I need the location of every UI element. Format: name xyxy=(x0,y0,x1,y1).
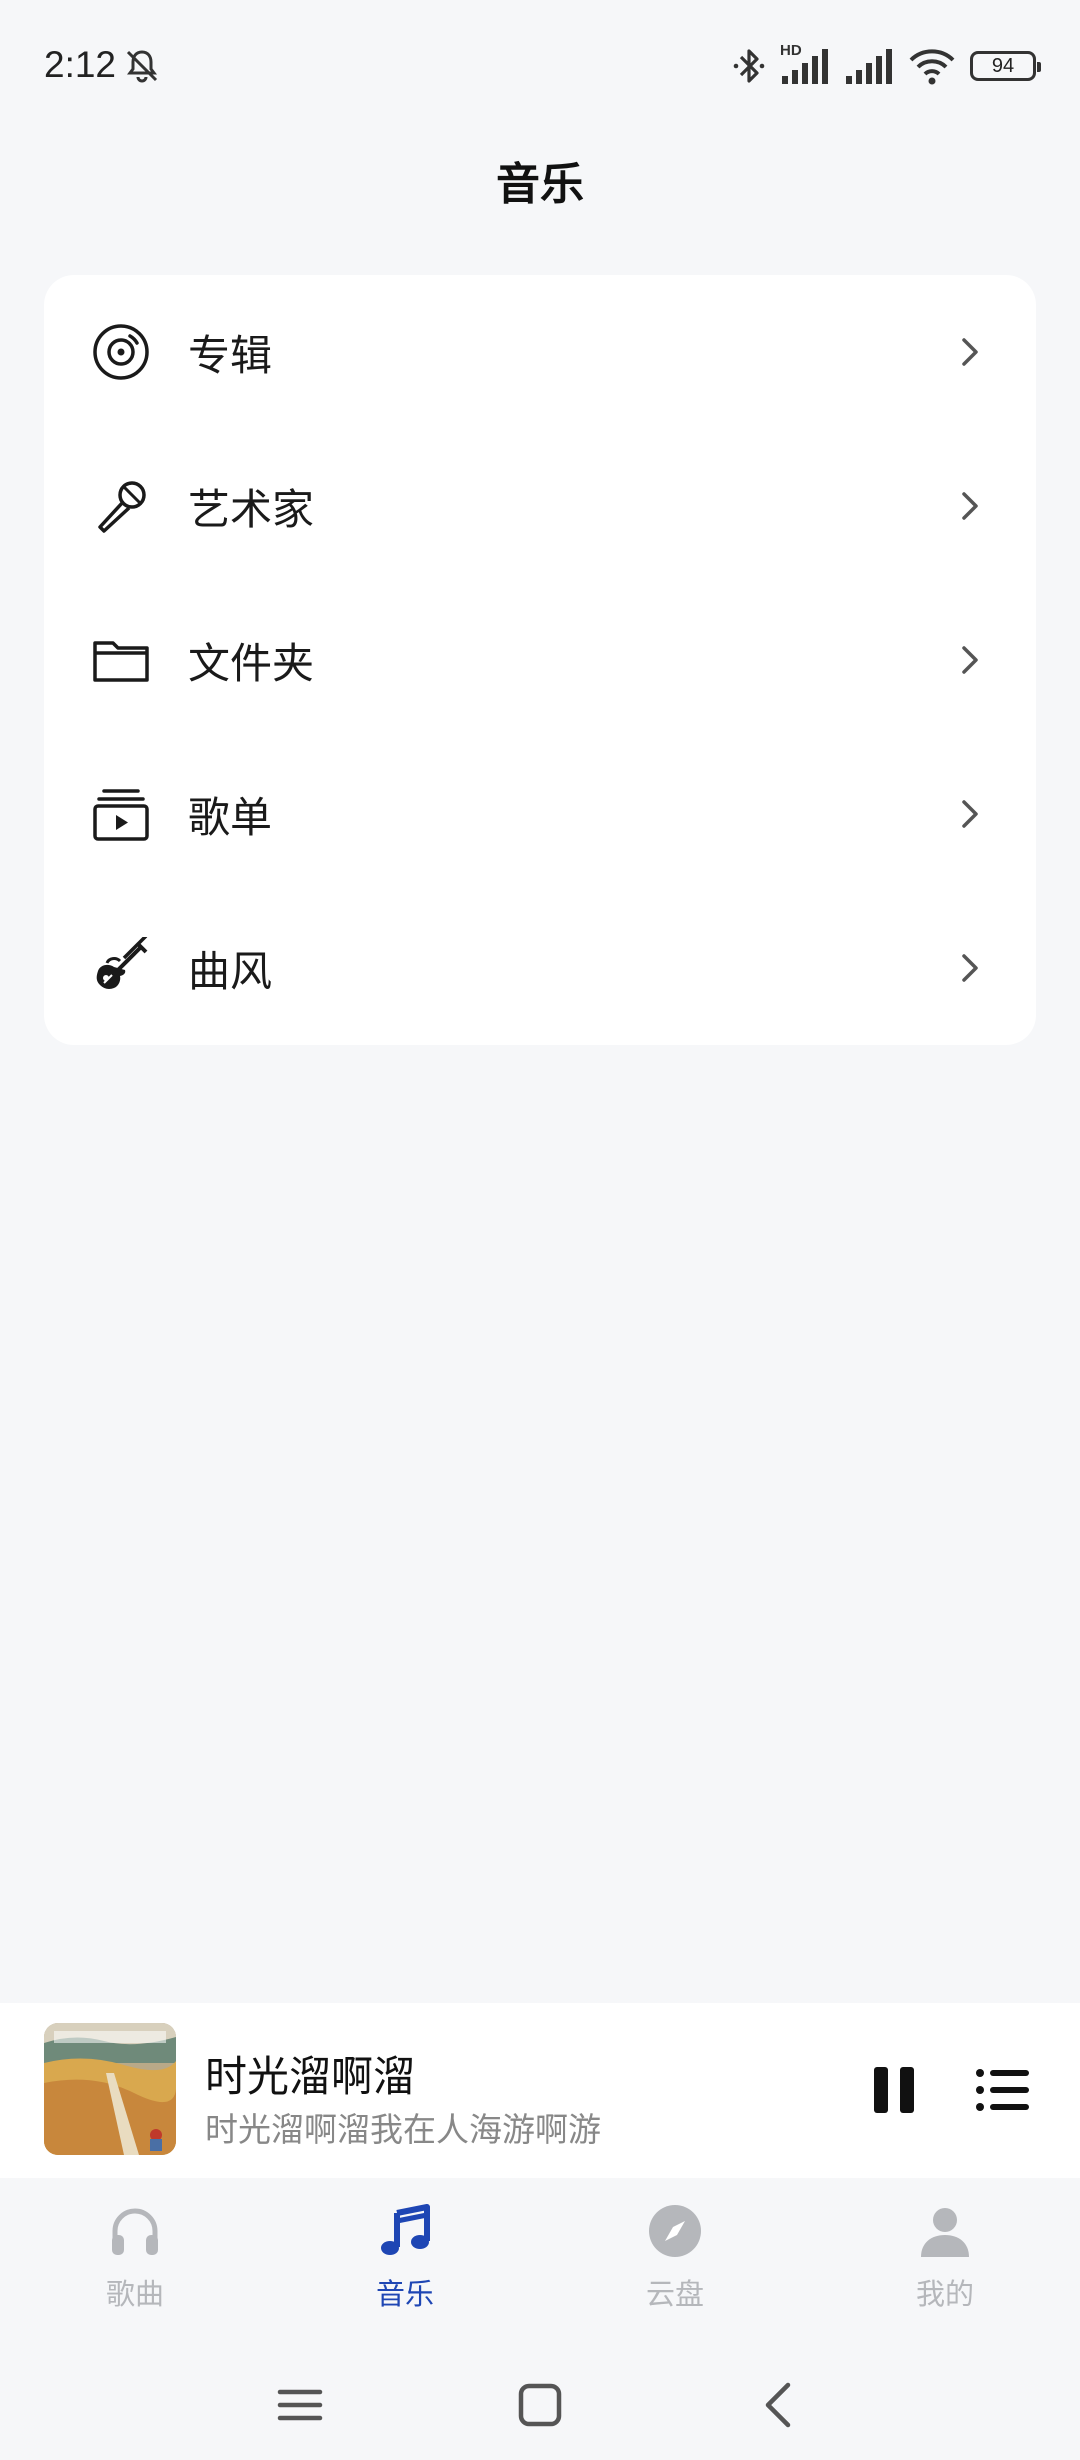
bell-muted-icon xyxy=(126,50,158,83)
chevron-right-icon xyxy=(962,338,978,366)
chevron-right-icon xyxy=(962,646,978,674)
menu-card: 专辑 艺术家 文件夹 歌单 曲风 xyxy=(44,275,1036,1045)
wifi-icon xyxy=(909,49,955,85)
album-art[interactable] xyxy=(44,2023,176,2155)
pause-button[interactable] xyxy=(870,2063,918,2117)
system-nav-bar xyxy=(0,2340,1080,2460)
nav-label: 我的 xyxy=(915,2277,974,2311)
menu-item-label: 文件夹 xyxy=(188,638,315,688)
nav-label: 云盘 xyxy=(645,2277,704,2311)
nav-label: 歌曲 xyxy=(105,2277,164,2311)
menu-item-folders[interactable]: 文件夹 xyxy=(44,583,1036,737)
headphones-icon xyxy=(112,2208,158,2255)
bottom-nav: 歌曲 音乐 云盘 我的 xyxy=(0,2178,1080,2328)
track-title: 时光溜啊溜 xyxy=(205,2052,416,2101)
tab-songs[interactable]: 歌曲 xyxy=(35,2203,235,2313)
bluetooth-icon xyxy=(733,49,765,83)
menu-icon[interactable] xyxy=(270,2375,330,2435)
user-icon xyxy=(921,2208,969,2257)
chevron-right-icon xyxy=(962,492,978,520)
compass-icon xyxy=(649,2205,701,2257)
folder-icon xyxy=(90,629,152,691)
menu-item-playlists[interactable]: 歌单 xyxy=(44,737,1036,891)
menu-item-label: 歌单 xyxy=(188,792,273,842)
status-bar: 2:12 HD 94 xyxy=(0,0,1080,135)
music-note-icon xyxy=(381,2204,430,2255)
tab-cloud[interactable]: 云盘 xyxy=(575,2203,775,2313)
tab-profile[interactable]: 我的 xyxy=(845,2203,1045,2313)
cell-signal-icon xyxy=(846,49,892,84)
battery-level: 94 xyxy=(991,54,1015,77)
back-icon[interactable] xyxy=(750,2375,810,2435)
menu-item-albums[interactable]: 专辑 xyxy=(44,275,1036,429)
menu-item-label: 艺术家 xyxy=(188,484,315,534)
playlist-queue-button[interactable] xyxy=(975,2067,1031,2113)
chevron-right-icon xyxy=(962,800,978,828)
nav-label: 音乐 xyxy=(375,2277,434,2311)
disc-icon xyxy=(90,321,152,383)
playlist-icon xyxy=(90,783,152,845)
guitar-icon xyxy=(90,937,152,999)
tab-music[interactable]: 音乐 xyxy=(305,2203,505,2313)
menu-item-artists[interactable]: 艺术家 xyxy=(44,429,1036,583)
home-icon[interactable] xyxy=(510,2375,570,2435)
track-subtitle: 时光溜啊溜我在人海游啊游 xyxy=(205,2110,601,2149)
page-title: 音乐 xyxy=(496,159,584,210)
cell-signal-hd-icon: HD xyxy=(780,42,830,86)
status-icons: HD 94 xyxy=(732,42,1041,88)
menu-item-label: 曲风 xyxy=(188,946,273,996)
mini-player[interactable]: 时光溜啊溜 时光溜啊溜我在人海游啊游 xyxy=(0,2003,1080,2178)
menu-item-label: 专辑 xyxy=(188,330,273,380)
menu-item-genres[interactable]: 曲风 xyxy=(44,891,1036,1045)
chevron-right-icon xyxy=(962,954,978,982)
battery-icon: 94 xyxy=(970,51,1041,81)
status-time: 2:12 xyxy=(44,44,117,85)
microphone-icon xyxy=(90,475,152,537)
